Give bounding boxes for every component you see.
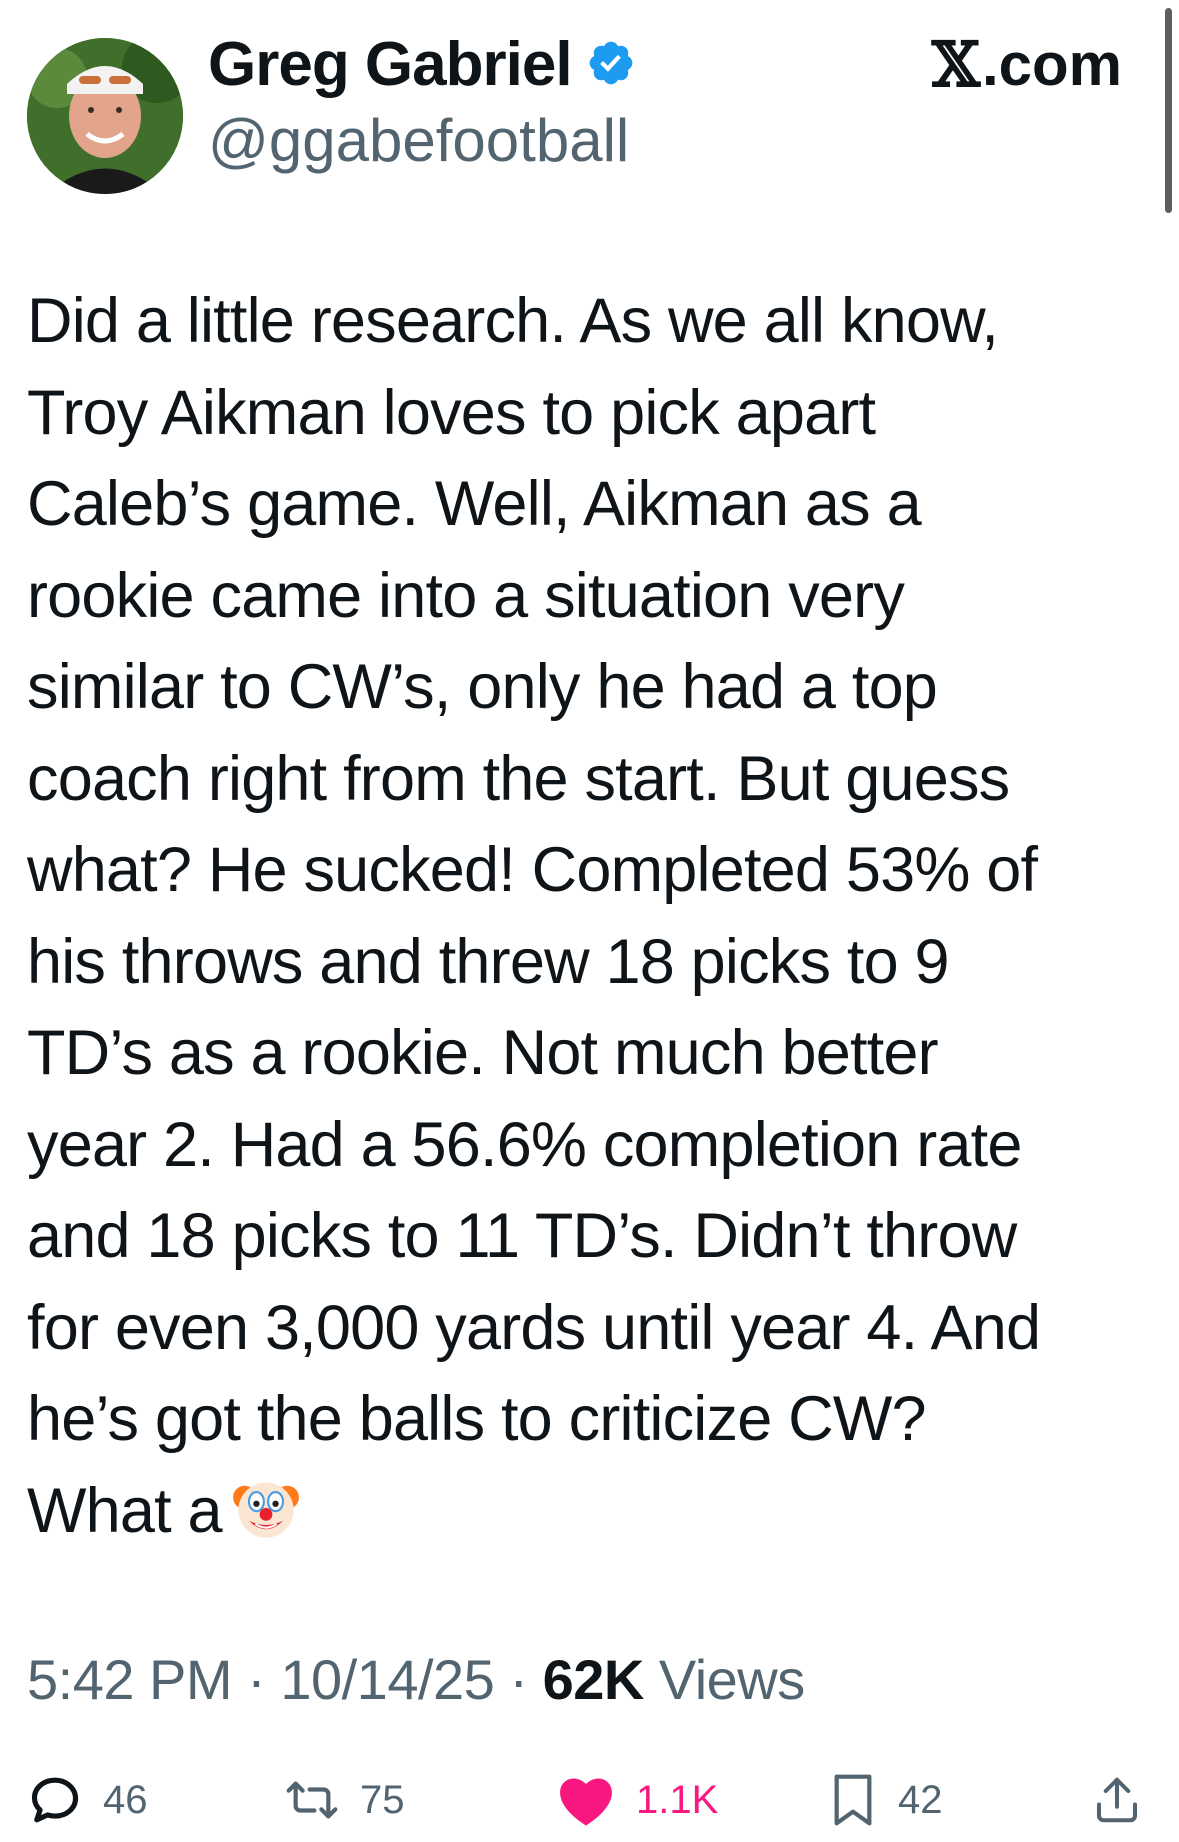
meta-separator: · xyxy=(232,1648,281,1711)
repost-icon xyxy=(284,1772,340,1828)
action-bar: 46 75 1.1K 42 xyxy=(0,1760,1179,1842)
display-name-row: Greg Gabriel xyxy=(208,30,636,100)
avatar[interactable] xyxy=(27,38,183,194)
share-icon xyxy=(1090,1772,1144,1828)
tweet-header: Greg Gabriel @ggabefootball 𝕏 .com xyxy=(0,0,1179,213)
verified-icon xyxy=(572,38,636,93)
display-name[interactable]: Greg Gabriel xyxy=(208,30,573,100)
tweet-date[interactable]: 10/14/25 xyxy=(280,1648,494,1711)
x-logo: 𝕏 .com xyxy=(932,30,1122,100)
x-logo-suffix: .com xyxy=(981,31,1122,98)
reply-count: 46 xyxy=(103,1777,148,1822)
views-count[interactable]: 62K xyxy=(543,1648,645,1711)
tweet-time[interactable]: 5:42 PM xyxy=(27,1648,233,1711)
share-button[interactable] xyxy=(1090,1770,1144,1830)
x-logo-symbol: 𝕏 xyxy=(931,28,980,101)
like-icon xyxy=(556,1772,616,1828)
repost-button[interactable]: 75 xyxy=(284,1770,405,1830)
repost-count: 75 xyxy=(360,1777,405,1822)
tweet-text-body: Did a little research. As we all know, T… xyxy=(27,286,1041,1546)
like-button[interactable]: 1.1K xyxy=(556,1770,718,1830)
views-label: Views xyxy=(643,1648,805,1711)
bookmark-count: 42 xyxy=(898,1777,943,1822)
handle[interactable]: @ggabefootball xyxy=(208,106,629,176)
tweet-text: Did a little research. As we all know, T… xyxy=(27,276,1157,1557)
meta-separator: · xyxy=(494,1648,543,1711)
scrollbar[interactable] xyxy=(1165,8,1172,213)
reply-button[interactable]: 46 xyxy=(27,1770,148,1830)
tweet-meta: 5:42 PM · 10/14/25 · 62K Views xyxy=(27,1640,805,1720)
reply-icon xyxy=(27,1772,83,1828)
bookmark-button[interactable]: 42 xyxy=(828,1770,943,1830)
bookmark-icon xyxy=(828,1772,878,1828)
like-count: 1.1K xyxy=(636,1777,719,1822)
clown-face-emoji xyxy=(222,1476,300,1546)
